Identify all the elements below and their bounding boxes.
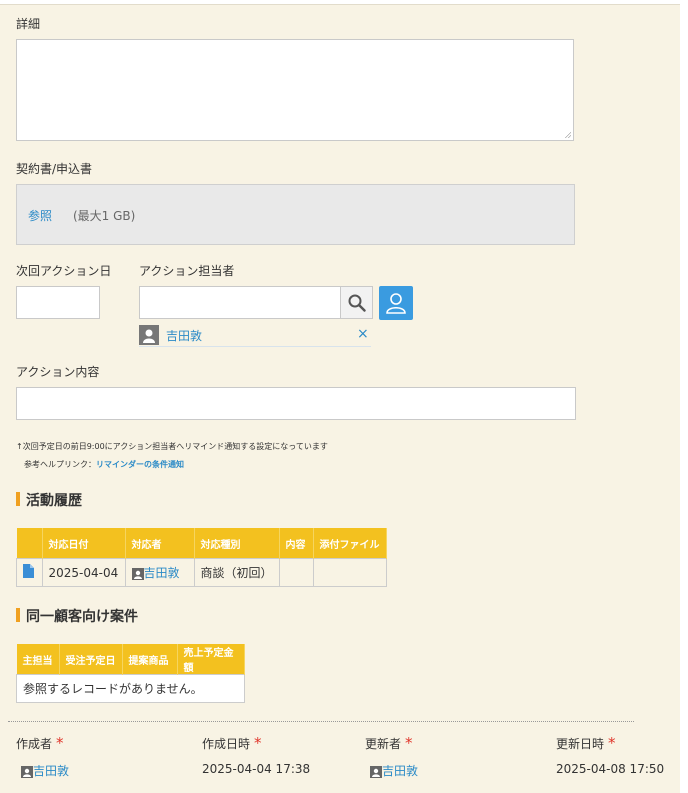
selected-user-chip: 吉田敦 × [139, 325, 371, 347]
cell-date: 2025-04-04 [41, 558, 126, 587]
created-by-label-text: 作成者 [16, 737, 53, 751]
updated-at-label-text: 更新日時 [556, 737, 605, 751]
updated-at-label: 更新日時 * [556, 734, 616, 752]
reminder-note: ↑次回予定日の前日9:00にアクション担当者へリマインド通知する設定になっていま… [16, 442, 328, 451]
col-amount[interactable]: 売上予定金額 [177, 644, 245, 675]
avatar [21, 765, 33, 778]
action-content-input[interactable] [16, 387, 576, 420]
avatar [139, 325, 159, 345]
cell-icon[interactable] [16, 558, 43, 587]
remove-user-icon[interactable]: × [357, 326, 369, 342]
updated-by-label: 更新者 * [365, 734, 413, 752]
avatar [131, 567, 144, 580]
search-icon [348, 294, 366, 312]
col-type[interactable]: 対応種別 [194, 528, 280, 559]
required-mark: * [254, 734, 262, 752]
action-content-label: アクション内容 [16, 365, 100, 379]
details-label: 詳細 [16, 17, 41, 31]
document-icon[interactable] [23, 564, 34, 578]
created-at-value: 2025-04-04 17:38 [202, 762, 311, 776]
avatar [370, 765, 382, 778]
col-product[interactable]: 提案商品 [122, 644, 178, 675]
help-prefix: 参考ヘルプリンク： [24, 460, 96, 469]
created-by-label: 作成者 * [16, 734, 64, 752]
action-owner-label: アクション担当者 [139, 264, 235, 278]
col-order-date[interactable]: 受注予定日 [59, 644, 123, 675]
details-textarea[interactable] [16, 39, 574, 141]
col-attachment[interactable]: 添付ファイル [313, 528, 387, 559]
activity-history-table: 対応日付 対応者 対応種別 内容 添付ファイル 2025-04-04 吉田敦 商… [16, 528, 387, 587]
table-row: 参照するレコードがありません。 [16, 674, 245, 703]
help-link-line: 参考ヘルプリンク：リマインダーの条件通知 [24, 459, 184, 470]
divider [8, 721, 634, 722]
col-content[interactable]: 内容 [279, 528, 314, 559]
cell-content [278, 558, 314, 587]
table-row[interactable]: 2025-04-04 吉田敦 商談（初回） [16, 558, 387, 587]
table-header: 対応日付 対応者 対応種別 内容 添付ファイル [16, 528, 387, 559]
cell-person: 吉田敦 [124, 558, 195, 587]
col-icon [16, 528, 43, 559]
reminder-help-link[interactable]: リマインダーの条件通知 [96, 460, 184, 469]
created-by-user: 吉田敦 [21, 762, 69, 779]
max-size-text: (最大1 GB) [73, 209, 136, 223]
updated-by-user: 吉田敦 [370, 762, 418, 779]
contract-label: 契約書/申込書 [16, 162, 93, 176]
browse-link[interactable]: 参照 [28, 207, 52, 224]
required-mark: * [56, 734, 64, 752]
updated-at-value: 2025-04-08 17:50 [556, 762, 665, 776]
user-icon [386, 293, 406, 314]
created-at-label: 作成日時 * [202, 734, 262, 752]
resize-grip-icon[interactable] [563, 130, 571, 138]
same-customer-title: 同一顧客向け案件 [16, 606, 138, 626]
person-link[interactable]: 吉田敦 [144, 566, 180, 580]
user-select-button[interactable] [379, 286, 413, 320]
selected-user-name[interactable]: 吉田敦 [166, 327, 202, 344]
cell-type: 商談（初回） [193, 558, 280, 587]
activity-history-title: 活動履歴 [16, 490, 82, 510]
next-action-date-label: 次回アクション日 [16, 264, 112, 278]
required-mark: * [405, 734, 413, 752]
required-mark: * [608, 734, 616, 752]
col-date[interactable]: 対応日付 [42, 528, 126, 559]
col-owner[interactable]: 主担当 [16, 644, 60, 675]
same-customer-table: 主担当 受注予定日 提案商品 売上予定金額 参照するレコードがありません。 [16, 644, 245, 703]
action-owner-search-input[interactable] [139, 286, 341, 319]
right-gutter [680, 0, 688, 793]
empty-message: 参照するレコードがありません。 [16, 674, 245, 703]
col-person[interactable]: 対応者 [125, 528, 195, 559]
top-border [0, 0, 688, 5]
created-at-label-text: 作成日時 [202, 737, 251, 751]
created-by-link[interactable]: 吉田敦 [33, 764, 69, 778]
updated-by-link[interactable]: 吉田敦 [382, 764, 418, 778]
updated-by-label-text: 更新者 [365, 737, 402, 751]
table-header: 主担当 受注予定日 提案商品 売上予定金額 [16, 644, 245, 675]
next-action-date-input[interactable] [16, 286, 100, 319]
cell-attachment [312, 558, 387, 587]
search-button[interactable] [340, 286, 373, 319]
file-upload-area[interactable]: 参照 (最大1 GB) [16, 184, 575, 245]
